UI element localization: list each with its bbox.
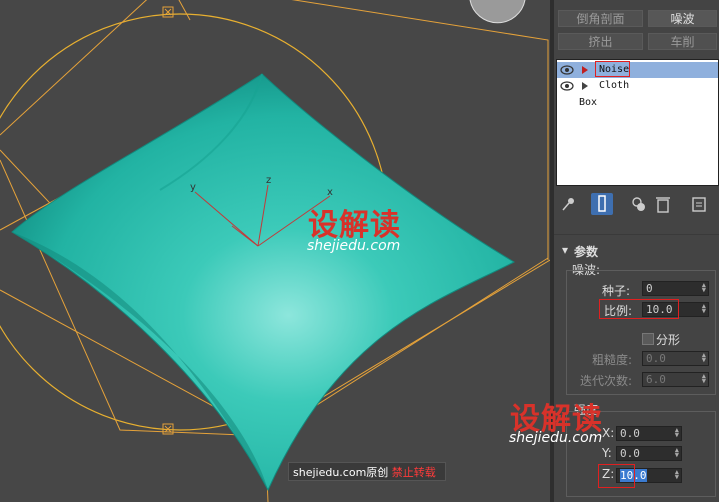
- parameters-rollout-title[interactable]: 参数: [574, 243, 598, 260]
- iterations-label: 迭代次数:: [580, 374, 633, 388]
- seed-label: 种子:: [602, 284, 631, 298]
- pin-stack-icon[interactable]: [559, 194, 577, 214]
- axis-y-label: y: [190, 182, 196, 193]
- lathe-button[interactable]: 车削: [648, 33, 717, 50]
- credit-prefix: shejiedu.com原创: [293, 466, 389, 479]
- watermark-url-2: shejiedu.com: [509, 430, 603, 446]
- axis-z-label: z: [266, 175, 271, 186]
- watermark-url: shejiedu.com: [307, 238, 401, 254]
- iterations-spinner[interactable]: 6.0 ▲ ▼: [642, 372, 709, 387]
- stack-item-label: Box: [579, 97, 598, 108]
- seed-spinner[interactable]: 0 ▲ ▼: [642, 281, 709, 296]
- stack-item-noise[interactable]: Noise: [557, 62, 718, 78]
- x-label: X:: [602, 426, 615, 440]
- spinner-arrows-icon[interactable]: ▲ ▼: [702, 303, 706, 315]
- stack-toolbar: [554, 190, 719, 218]
- noise-button[interactable]: 噪波: [648, 10, 717, 27]
- strength-x-spinner[interactable]: 0.0 ▲ ▼: [616, 426, 682, 441]
- spinner-arrows-icon[interactable]: ▲ ▼: [702, 352, 706, 364]
- spinner-arrows-icon[interactable]: ▲ ▼: [675, 447, 679, 459]
- make-unique-icon[interactable]: [630, 194, 648, 214]
- axis-x-label: x: [327, 187, 333, 198]
- separator: [554, 234, 719, 235]
- spinner-arrows-icon[interactable]: ▲ ▼: [702, 282, 706, 294]
- fractal-label: 分形: [656, 333, 681, 347]
- pillow-object: [11, 73, 516, 492]
- show-end-result-icon: [598, 195, 606, 212]
- chamfer-profile-button[interactable]: 倒角剖面: [558, 10, 643, 27]
- credit-suffix: 禁止转载: [391, 466, 436, 479]
- perspective-viewport[interactable]: y z x 设解读 shejiedu.com shejiedu.com原创 禁止…: [0, 0, 550, 502]
- expand-triangle-icon[interactable]: [582, 82, 588, 90]
- stack-item-cloth[interactable]: Cloth: [557, 78, 718, 94]
- modifier-stack-list[interactable]: Noise Cloth Box: [556, 59, 719, 186]
- highlight-scale: [599, 299, 679, 319]
- fractal-checkbox[interactable]: [642, 333, 654, 345]
- highlight-noise-box: [595, 61, 630, 77]
- spinner-arrows-icon[interactable]: ▲ ▼: [675, 427, 679, 439]
- spinner-arrows-icon[interactable]: ▲ ▼: [675, 469, 679, 481]
- rollout-toggle-icon[interactable]: ▾: [562, 243, 568, 257]
- credit-banner: shejiedu.com原创 禁止转载: [288, 462, 446, 481]
- modify-command-panel: 倒角剖面 噪波 挤出 车削 Noise Cloth Box ▾ 参数 噪波: 种…: [509, 0, 719, 502]
- strength-y-spinner[interactable]: 0.0 ▲ ▼: [616, 446, 682, 461]
- y-label: Y:: [602, 446, 612, 460]
- expand-triangle-icon[interactable]: [582, 66, 588, 74]
- stack-item-label: Cloth: [599, 80, 630, 91]
- eye-icon[interactable]: [560, 81, 574, 91]
- viewcube-icon: [469, 0, 526, 24]
- roughness-label: 粗糙度:: [592, 353, 633, 367]
- remove-modifier-icon[interactable]: [654, 194, 672, 214]
- extrude-button[interactable]: 挤出: [558, 33, 643, 50]
- configure-modifier-sets-icon[interactable]: [690, 194, 708, 214]
- eye-icon[interactable]: [560, 65, 574, 75]
- highlight-strength-z: [598, 464, 635, 488]
- roughness-spinner[interactable]: 0.0 ▲ ▼: [642, 351, 709, 366]
- show-end-result-button[interactable]: [591, 193, 613, 215]
- viewport-scene: y z x: [0, 0, 550, 502]
- stack-item-box[interactable]: Box: [557, 95, 718, 111]
- spinner-arrows-icon[interactable]: ▲ ▼: [702, 373, 706, 385]
